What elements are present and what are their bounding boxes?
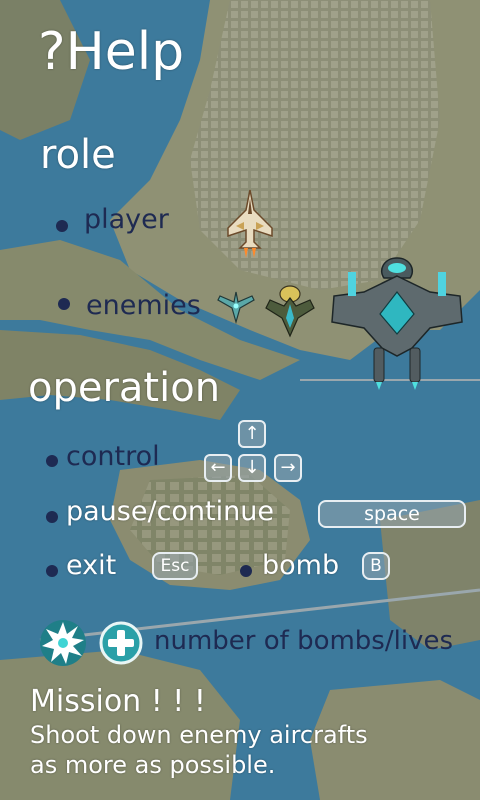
medium-enemy-jet-icon (265, 285, 315, 338)
player-jet-icon (227, 189, 273, 258)
bullet-player (56, 220, 68, 232)
bullet-enemies (58, 298, 70, 310)
pause-label: pause/continue (66, 496, 274, 527)
boss-aircraft-icon (331, 257, 463, 390)
mission-text: Shoot down enemy aircrafts as more as po… (30, 720, 460, 780)
esc-key-icon: Esc (152, 552, 198, 580)
right-arrow-key-icon: → (274, 454, 302, 482)
page-title: ?Help (38, 22, 185, 82)
control-label: control (66, 441, 160, 472)
bomb-label: bomb (262, 550, 340, 581)
mission-line-1: Shoot down enemy aircrafts (30, 721, 368, 749)
help-screen: ?Help role player enemies operation cont… (0, 0, 480, 800)
bullet-pause (46, 511, 58, 523)
exit-label: exit (66, 550, 117, 581)
bombs-lives-label: number of bombs/lives (154, 626, 453, 656)
burst-bomb-icon (40, 620, 86, 666)
left-arrow-key-icon: ← (204, 454, 232, 482)
mission-line-2: as more as possible. (30, 751, 276, 779)
mission-heading: Mission ! ! ! (30, 684, 206, 719)
operation-heading: operation (28, 365, 221, 411)
bullet-exit (46, 565, 58, 577)
player-label: player (84, 204, 169, 235)
plus-life-icon (99, 621, 143, 665)
bullet-bomb (240, 565, 252, 577)
enemies-label: enemies (86, 290, 201, 321)
up-arrow-key-icon: ↑ (238, 420, 266, 448)
small-enemy-jet-icon (217, 291, 255, 325)
space-key-icon: space (318, 500, 466, 528)
b-key-icon: B (362, 552, 390, 580)
down-arrow-key-icon: ↓ (238, 454, 266, 482)
role-heading: role (40, 132, 116, 178)
bullet-control (46, 455, 58, 467)
